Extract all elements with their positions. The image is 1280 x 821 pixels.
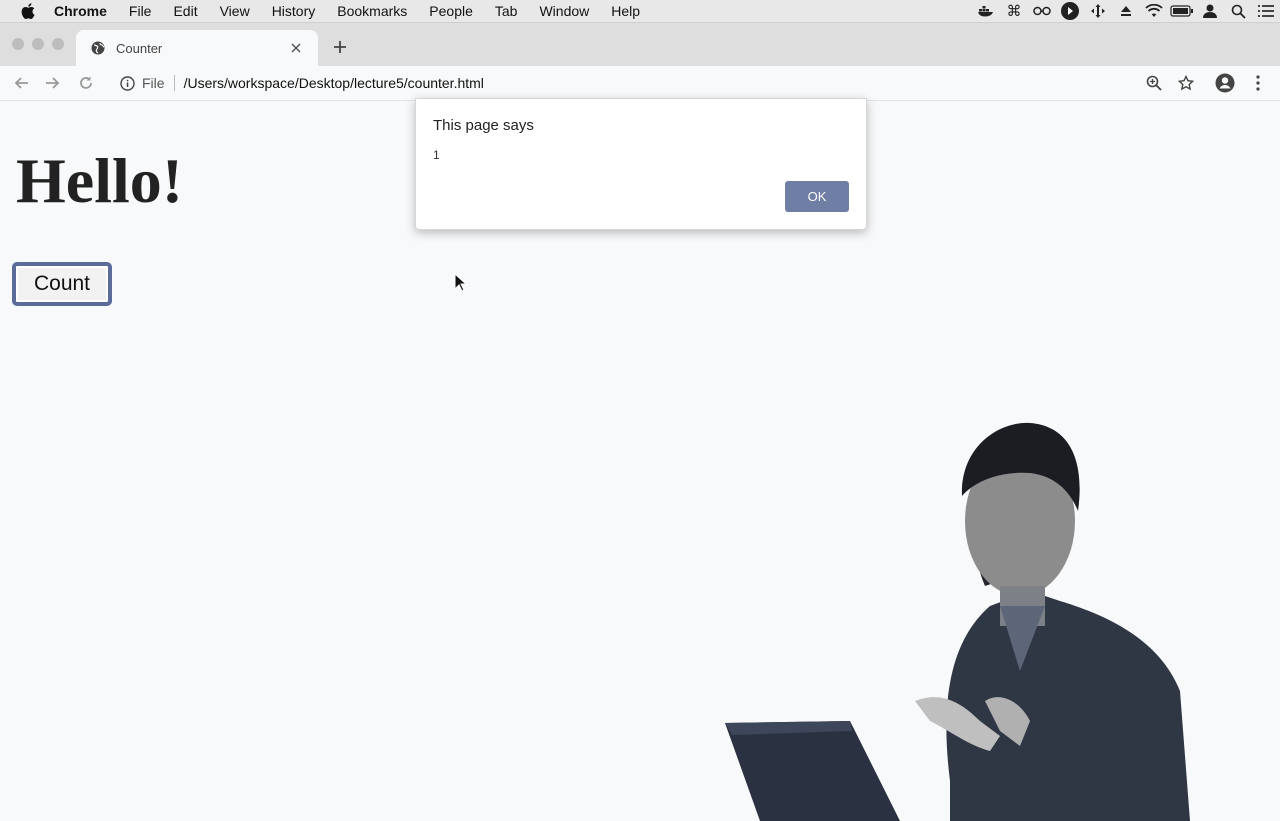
menu-window[interactable]: Window [539, 3, 589, 19]
menu-app-name[interactable]: Chrome [54, 3, 107, 19]
alert-dialog: This page says 1 OK [415, 98, 867, 230]
page-heading: Hello! [16, 145, 184, 216]
tab-title: Counter [116, 40, 163, 56]
ok-button[interactable]: OK [785, 181, 849, 212]
forward-arrow-icon[interactable] [43, 73, 63, 93]
count-button[interactable]: Count [12, 262, 112, 306]
move-arrows-icon[interactable] [1084, 0, 1112, 22]
address-bar[interactable]: File /Users/workspace/Desktop/lecture5/c… [108, 69, 1208, 97]
url-scheme-label: File [142, 75, 175, 91]
globe-icon [90, 40, 106, 56]
battery-icon[interactable] [1168, 0, 1196, 22]
menu-people[interactable]: People [429, 3, 473, 19]
status-bar-icons: ⌘ [972, 0, 1280, 22]
window-controls [12, 38, 64, 50]
bookmark-star-icon[interactable] [1176, 73, 1196, 93]
presenter-video-overlay [725, 422, 1190, 821]
minimize-window-button[interactable] [32, 38, 44, 50]
more-menu-icon[interactable] [1248, 73, 1268, 93]
menu-tab[interactable]: Tab [495, 3, 518, 19]
menu-view[interactable]: View [220, 3, 250, 19]
menu-edit[interactable]: Edit [173, 3, 197, 19]
docker-icon[interactable] [972, 0, 1000, 22]
notification-center-icon[interactable] [1252, 0, 1280, 22]
zoom-magnifier-icon[interactable] [1144, 73, 1164, 93]
menu-file[interactable]: File [129, 3, 152, 19]
close-window-button[interactable] [12, 38, 24, 50]
menu-help[interactable]: Help [611, 3, 640, 19]
spotlight-search-icon[interactable] [1224, 0, 1252, 22]
user-account-icon[interactable] [1196, 0, 1224, 22]
url-text[interactable]: /Users/workspace/Desktop/lecture5/counte… [184, 75, 484, 91]
command-key-icon[interactable]: ⌘ [1000, 0, 1028, 22]
dialog-title: This page says [433, 117, 534, 134]
reload-icon[interactable] [76, 73, 96, 93]
macos-menu-bar: Chrome File Edit View History Bookmarks … [0, 0, 1280, 23]
info-icon[interactable] [118, 74, 136, 92]
mouse-pointer-icon [454, 273, 468, 292]
menu-bookmarks[interactable]: Bookmarks [337, 3, 407, 19]
tab-counter[interactable]: Counter [76, 30, 318, 66]
play-circle-icon[interactable] [1056, 0, 1084, 22]
menu-history[interactable]: History [272, 3, 316, 19]
wifi-icon[interactable] [1140, 0, 1168, 22]
new-tab-plus-icon[interactable] [330, 37, 350, 57]
eject-icon[interactable] [1112, 0, 1140, 22]
apple-menu-icon[interactable] [18, 0, 38, 22]
back-arrow-icon[interactable] [11, 73, 31, 93]
profile-avatar-icon[interactable] [1215, 73, 1235, 93]
browser-toolbar: File /Users/workspace/Desktop/lecture5/c… [0, 66, 1280, 101]
tab-strip: Counter [0, 23, 1280, 66]
zoom-window-button[interactable] [52, 38, 64, 50]
dialog-message: 1 [433, 148, 440, 162]
close-tab-icon[interactable] [286, 38, 306, 58]
glasses-icon[interactable] [1028, 0, 1056, 22]
